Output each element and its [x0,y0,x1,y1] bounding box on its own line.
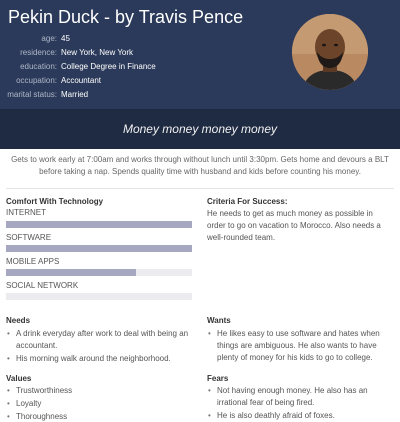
tech-bar-internet [6,221,192,228]
tech-fill [6,221,192,228]
list-item: Thoroughness [6,411,196,422]
wants-list: He likes easy to use software and hates … [207,328,393,365]
info-label: residence: [20,48,57,57]
divider [6,188,394,189]
fears-list: Not having enough money. He also has an … [207,385,393,422]
info-label: marital status: [7,90,57,99]
info-value: Accountant [61,76,102,85]
wants-title: Wants [207,316,231,325]
info-row-age: age: 45 [0,32,300,46]
info-value: College Degree in Finance [61,62,156,71]
tech-label-mobile-apps: MOBILE APPS [6,257,60,266]
persona-quote: Money money money money [0,109,400,149]
tech-bar-social-network [6,293,192,300]
list-item: A drink everyday after work to deal with… [6,328,196,352]
info-row-residence: residence: New York, New York [0,46,300,60]
info-value: Married [61,90,89,99]
list-item: Not having enough money. He also has an … [207,385,393,409]
tech-label-internet: INTERNET [6,208,46,217]
info-row-occupation: occupation: Accountant [0,74,300,88]
values-title: Values [6,374,32,383]
criteria-title: Criteria For Success: [207,197,288,206]
tech-fill [6,269,137,276]
info-row-education: education: College Degree in Finance [0,60,300,74]
list-item: He likes easy to use software and hates … [207,328,393,364]
list-item: Loyalty [6,398,196,410]
values-list: Trustworthiness Loyalty Thoroughness [6,385,196,422]
needs-title: Needs [6,316,31,325]
tech-fill [6,245,192,252]
tech-bar-software [6,245,192,252]
persona-name: Pekin Duck - by Travis Pence [8,7,244,27]
info-row-marital-status: marital status: Married [0,88,300,102]
avatar-portrait-icon [292,14,368,90]
technology-title: Comfort With Technology [6,197,104,206]
info-value: New York, New York [61,48,134,57]
criteria-text: He needs to get as much money as possibl… [207,209,381,242]
tech-bar-mobile-apps [6,269,192,276]
list-item: Trustworthiness [6,385,196,397]
info-value: 45 [61,34,70,43]
info-label: occupation: [16,76,57,85]
list-item: He is also deathly afraid of foxes. [207,410,393,422]
list-item: His morning walk around the neighborhood… [6,353,196,365]
info-label: education: [20,62,57,71]
needs-list: A drink everyday after work to deal with… [6,328,196,366]
tech-label-software: SOFTWARE [6,233,52,242]
fears-title: Fears [207,374,229,383]
avatar [292,14,368,90]
persona-header: Pekin Duck - by Travis Pence age: 45 res… [0,0,400,109]
persona-bio: Gets to work early at 7:00am and works t… [11,155,389,176]
tech-label-social-network: SOCIAL NETWORK [6,281,79,290]
info-label: age: [41,34,57,43]
